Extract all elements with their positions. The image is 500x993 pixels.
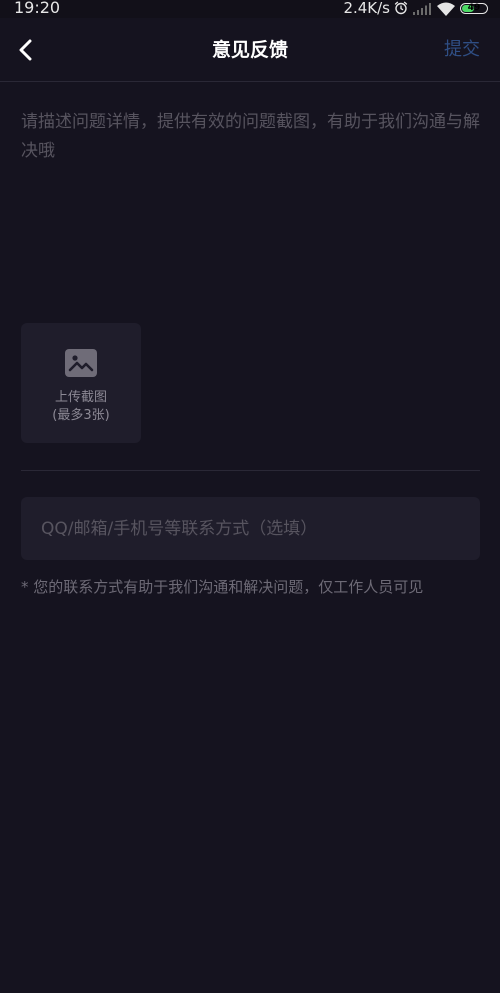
- status-bar: 19:20 2.4K/s 49: [0, 0, 500, 18]
- upload-label: 上传截图: [54, 390, 107, 405]
- submit-button[interactable]: 提交: [444, 36, 480, 64]
- privacy-note: * 您的联系方式有助于我们沟通和解决问题，仅工作人员可见: [21, 578, 424, 596]
- image-icon: [65, 349, 97, 381]
- network-speed: 2.4K/s: [343, 0, 390, 17]
- upload-screenshot-button[interactable]: 上传截图 (最多3张): [21, 323, 141, 443]
- wifi-icon: [436, 1, 456, 16]
- feedback-description-input[interactable]: [21, 108, 481, 308]
- alarm-icon: [394, 1, 408, 15]
- status-time: 19:20: [14, 0, 61, 17]
- battery-percentage: 49: [467, 2, 481, 13]
- divider: [21, 470, 480, 471]
- battery-icon: 49: [460, 2, 488, 14]
- navigation-bar: 意见反馈 提交: [0, 18, 500, 82]
- signal-icon: [412, 2, 432, 15]
- page-title: 意见反馈: [211, 39, 288, 61]
- upload-limit-label: (最多3张): [52, 408, 110, 423]
- contact-info-field[interactable]: [21, 497, 480, 560]
- status-icons: 2.4K/s 49: [343, 0, 488, 18]
